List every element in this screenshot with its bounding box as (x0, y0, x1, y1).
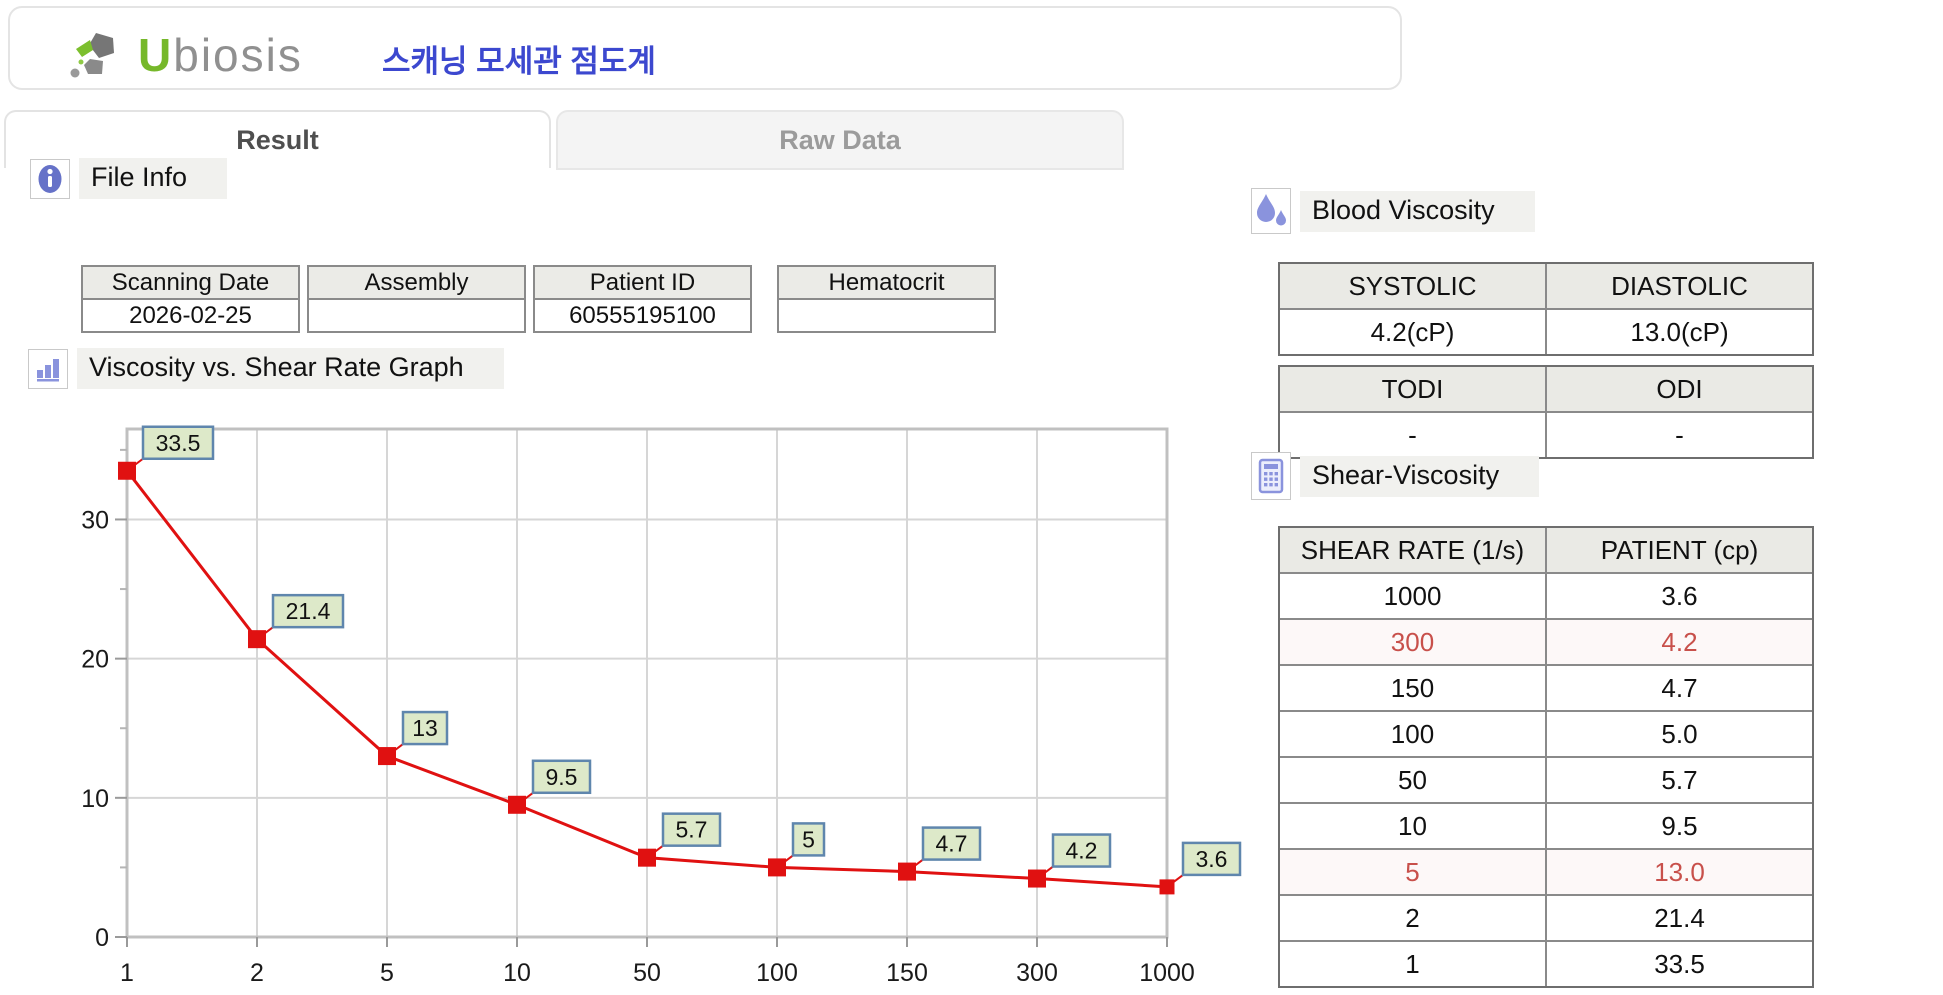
svg-text:100: 100 (756, 959, 798, 987)
svg-text:21.4: 21.4 (286, 598, 331, 624)
bar-chart-icon (28, 348, 68, 389)
svg-text:5: 5 (802, 826, 815, 852)
shear-rate-cell: 10 (1398, 811, 1427, 841)
patient-cp-cell: 33.5 (1545, 942, 1812, 986)
column-header-shear-rate: SHEAR RATE (1/s) (1300, 535, 1525, 565)
viscosity-chart-svg: 0 10 20 30 1 2 5 10 50 100 150 300 1000 33.5 21.4 13 9.5… (81, 425, 1242, 987)
svg-text:30: 30 (81, 506, 109, 534)
diastolic-value: 13.0(cP) (1545, 310, 1812, 354)
patient-cp-cell: 4.7 (1545, 666, 1812, 710)
info-icon (30, 158, 70, 199)
field-assembly: Assembly (307, 265, 526, 333)
patient-cp-cell: 4.2 (1545, 620, 1812, 664)
table-row: 1000 3.6 (1280, 574, 1812, 620)
patient-cp-cell: 9.5 (1545, 804, 1812, 848)
file-info-section-header: File Info (30, 158, 228, 199)
app-header: Ubiosis 스캐닝 모세관 점도계 (8, 6, 1402, 90)
column-header: TODI (1381, 374, 1444, 404)
table-row: 1 33.5 (1280, 942, 1812, 986)
svg-text:5: 5 (380, 959, 394, 987)
todi-value: - (1408, 420, 1417, 450)
viscosity-chart: 0 10 20 30 1 2 5 10 50 100 150 300 1000 33.5 21.4 13 9.5… (60, 415, 1320, 995)
table-row: 300 4.2 (1280, 620, 1812, 666)
blood-drops-icon (1251, 188, 1291, 234)
table-row: 50 5.7 (1280, 758, 1812, 804)
field-value: 60555195100 (569, 302, 716, 329)
todi-odi-table: TODI ODI - - (1278, 365, 1814, 459)
column-header: SYSTOLIC (1348, 271, 1477, 301)
svg-text:2: 2 (250, 959, 264, 987)
column-header: ODI (1545, 367, 1812, 411)
shear-viscosity-rows: 1000 3.6 300 4.2 150 4.7 100 5.0 50 5.7 10 9.5 5 13.0… (1280, 574, 1812, 986)
odi-value: - (1545, 413, 1812, 457)
table-row: 150 4.7 (1280, 666, 1812, 712)
tab-raw-data[interactable]: Raw Data (556, 110, 1124, 170)
calculator-icon (1251, 452, 1291, 500)
table-row: 2 21.4 (1280, 896, 1812, 942)
field-patient-id: Patient ID 60555195100 (533, 265, 752, 333)
table-row: 100 5.0 (1280, 712, 1812, 758)
shear-rate-cell: 1000 (1383, 581, 1442, 611)
field-value (779, 300, 994, 331)
column-header-patient: PATIENT (cp) (1545, 528, 1812, 572)
app-title: 스캐닝 모세관 점도계 (382, 44, 656, 79)
shear-rate-cell: 150 (1390, 673, 1435, 703)
viscometer-result-page: Ubiosis 스캐닝 모세관 점도계 Result Raw Data File… (0, 0, 1943, 995)
svg-text:4.2: 4.2 (1066, 838, 1098, 864)
field-label: Hematocrit (779, 267, 994, 300)
field-scanning-date: Scanning Date 2026-02-25 (81, 265, 300, 333)
shear-rate-cell: 2 (1405, 903, 1420, 933)
svg-text:1: 1 (120, 959, 134, 987)
svg-text:10: 10 (503, 959, 531, 987)
patient-cp-cell: 13.0 (1545, 850, 1812, 894)
patient-cp-cell: 3.6 (1545, 574, 1812, 618)
patient-cp-cell: 21.4 (1545, 896, 1812, 940)
svg-text:0: 0 (95, 924, 109, 952)
logo-text: Ubiosis (138, 29, 303, 81)
svg-text:1000: 1000 (1139, 959, 1195, 987)
svg-text:20: 20 (81, 646, 109, 674)
file-info-title: File Info (79, 158, 228, 199)
table-row: 10 9.5 (1280, 804, 1812, 850)
svg-text:150: 150 (886, 959, 928, 987)
shear-rate-cell: 100 (1390, 719, 1435, 749)
systolic-diastolic-table: SYSTOLIC DIASTOLIC 4.2(cP) 13.0(cP) (1278, 262, 1814, 356)
shear-rate-cell: 1 (1405, 949, 1420, 979)
field-value: 2026-02-25 (129, 302, 252, 329)
shear-rate-cell: 5 (1280, 850, 1545, 894)
graph-title: Viscosity vs. Shear Rate Graph (77, 348, 504, 389)
svg-text:9.5: 9.5 (546, 764, 578, 790)
shear-rate-cell: 300 (1280, 620, 1545, 664)
svg-text:3.6: 3.6 (1196, 846, 1228, 872)
shear-viscosity-table: SHEAR RATE (1/s) PATIENT (cp) 1000 3.6 300… (1278, 526, 1814, 988)
systolic-value: 4.2(cP) (1370, 317, 1455, 347)
svg-text:300: 300 (1016, 959, 1058, 987)
shear-viscosity-section-header: Shear-Viscosity (1251, 452, 1540, 500)
svg-text:33.5: 33.5 (156, 430, 201, 456)
ubiosis-logo-icon (70, 33, 114, 78)
column-header: DIASTOLIC (1545, 264, 1812, 308)
patient-cp-cell: 5.0 (1545, 712, 1812, 756)
shear-viscosity-title: Shear-Viscosity (1300, 455, 1540, 497)
field-label: Scanning Date (83, 267, 298, 300)
shear-rate-cell: 50 (1398, 765, 1427, 795)
ubiosis-logo: Ubiosis (68, 28, 303, 82)
svg-text:5.7: 5.7 (676, 817, 708, 843)
field-value (309, 300, 524, 331)
svg-text:50: 50 (633, 959, 661, 987)
blood-viscosity-title: Blood Viscosity (1300, 190, 1535, 232)
svg-text:10: 10 (81, 785, 109, 813)
field-label: Patient ID (535, 267, 750, 300)
svg-text:4.7: 4.7 (936, 831, 968, 857)
patient-cp-cell: 5.7 (1545, 758, 1812, 802)
table-row: 5 13.0 (1280, 850, 1812, 896)
blood-viscosity-section-header: Blood Viscosity (1251, 188, 1535, 234)
svg-text:13: 13 (412, 715, 438, 741)
field-hematocrit: Hematocrit (777, 265, 996, 333)
field-label: Assembly (309, 267, 524, 300)
graph-section-header: Viscosity vs. Shear Rate Graph (28, 348, 504, 389)
